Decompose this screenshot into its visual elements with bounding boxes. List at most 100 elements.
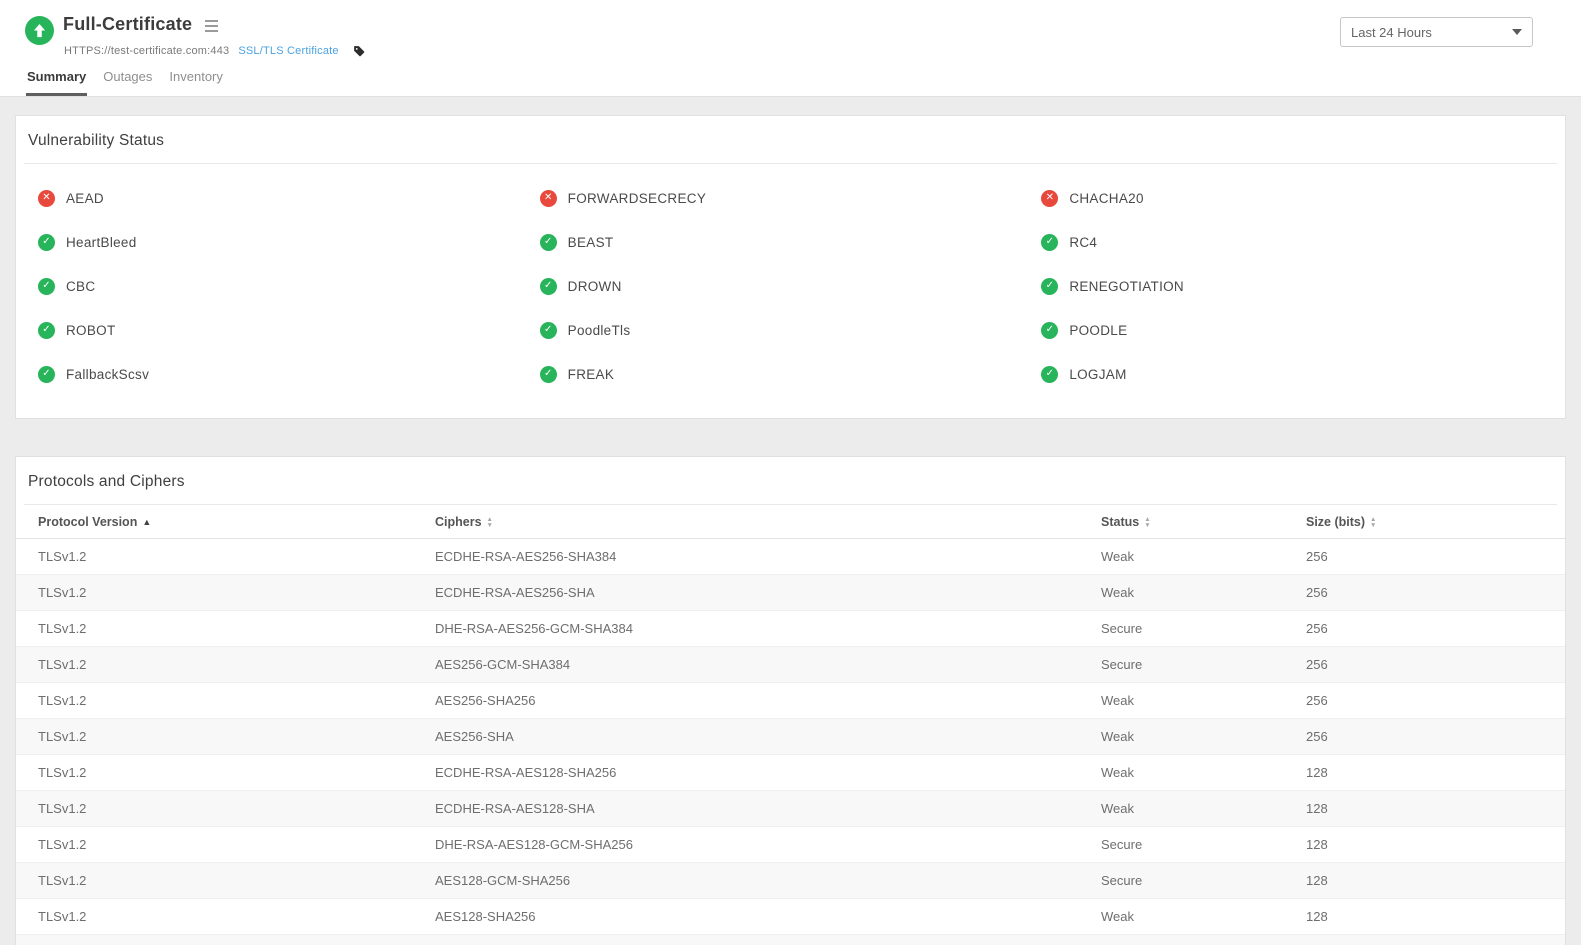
table-row: TLSv1.2 AES128-GCM-SHA256 Secure 128 [16, 863, 1565, 899]
tag-icon[interactable] [353, 45, 365, 57]
tab-bar: Summary Outages Inventory [26, 69, 224, 96]
check-icon: ✓ [38, 278, 55, 295]
column-header[interactable]: Size (bits) ▲▼ [1306, 505, 1565, 539]
vulnerability-label: CHACHA20 [1069, 191, 1143, 206]
vulnerability-item: ✓ POODLE [1041, 308, 1543, 352]
protocol-version-cell: TLSv1.2 [16, 827, 435, 863]
cipher-cell: DHE-RSA-AES128-GCM-SHA256 [435, 827, 1101, 863]
time-range-value: Last 24 Hours [1351, 25, 1432, 40]
monitor-status-up-icon [25, 16, 54, 45]
vulnerability-label: ROBOT [66, 323, 116, 338]
size-bits-cell: 256 [1306, 539, 1565, 575]
cipher-cell: DHE-RSA-AES256-GCM-SHA384 [435, 611, 1101, 647]
protocol-version-cell: TLSv1.2 [16, 899, 435, 935]
size-bits-cell: 256 [1306, 683, 1565, 719]
vulnerability-title: Vulnerability Status [16, 116, 1565, 163]
column-header[interactable]: Protocol Version▲▼ [16, 505, 435, 539]
cipher-cell: AES256-SHA [435, 719, 1101, 755]
size-bits-cell: 128 [1306, 935, 1565, 945]
vulnerability-item: ✓ ROBOT [38, 308, 540, 352]
check-icon: ✓ [540, 322, 557, 339]
size-bits-cell: 128 [1306, 863, 1565, 899]
time-range-select[interactable]: Last 24 Hours [1340, 17, 1533, 47]
vulnerability-label: HeartBleed [66, 235, 137, 250]
protocol-version-cell: TLSv1.2 [16, 935, 435, 945]
status-cell: Weak [1101, 575, 1306, 611]
table-row: TLSv1.2 AES256-SHA256 Weak 256 [16, 683, 1565, 719]
cipher-cell: ECDHE-RSA-AES256-SHA384 [435, 539, 1101, 575]
table-body: TLSv1.2 ECDHE-RSA-AES256-SHA384 Weak 256… [16, 539, 1565, 945]
table-row: TLSv1.2 ECDHE-RSA-AES256-SHA Weak 256 [16, 575, 1565, 611]
check-icon: ✓ [38, 322, 55, 339]
page-root: Full-Certificate HTTPS://test-certificat… [0, 0, 1581, 945]
tab-summary[interactable]: Summary [26, 69, 87, 96]
cipher-cell: ECDHE-RSA-AES128-SHA256 [435, 755, 1101, 791]
cipher-cell: AES128-SHA [435, 935, 1101, 945]
sort-icon: ▲▼ [487, 517, 493, 528]
column-header-label: Protocol Version [38, 515, 137, 529]
tab-outages[interactable]: Outages [102, 69, 153, 96]
hamburger-menu-icon[interactable] [205, 18, 218, 32]
protocol-version-cell: TLSv1.2 [16, 647, 435, 683]
vulnerability-item: ✕ AEAD [38, 176, 540, 220]
vulnerability-item: ✕ CHACHA20 [1041, 176, 1543, 220]
cipher-cell: ECDHE-RSA-AES256-SHA [435, 575, 1101, 611]
vulnerability-label: POODLE [1069, 323, 1127, 338]
check-icon: ✓ [1041, 234, 1058, 251]
vulnerability-item: ✓ BEAST [540, 220, 1042, 264]
vulnerability-label: FORWARDSECRECY [568, 191, 706, 206]
vulnerability-label: RC4 [1069, 235, 1097, 250]
protocol-version-cell: TLSv1.2 [16, 683, 435, 719]
vulnerability-grid: ✕ AEAD ✕ FORWARDSECRECY ✕ CHACHA20 ✓ Hea… [16, 164, 1565, 418]
size-bits-cell: 256 [1306, 611, 1565, 647]
vulnerability-item: ✓ FREAK [540, 352, 1042, 396]
column-header-label: Ciphers [435, 515, 482, 529]
protocol-version-cell: TLSv1.2 [16, 575, 435, 611]
vulnerability-item: ✕ FORWARDSECRECY [540, 176, 1042, 220]
check-icon: ✓ [540, 366, 557, 383]
table-row: TLSv1.2 AES128-SHA256 Weak 128 [16, 899, 1565, 935]
vulnerability-item: ✓ FallbackScsv [38, 352, 540, 396]
protocol-version-cell: TLSv1.2 [16, 755, 435, 791]
table-row: TLSv1.2 AES256-SHA Weak 256 [16, 719, 1565, 755]
cipher-cell: AES256-GCM-SHA384 [435, 647, 1101, 683]
vulnerability-item: ✓ PoodleTls [540, 308, 1042, 352]
protocol-version-cell: TLSv1.2 [16, 863, 435, 899]
monitor-type-link[interactable]: SSL/TLS Certificate [238, 45, 338, 57]
size-bits-cell: 128 [1306, 791, 1565, 827]
status-cell: Weak [1101, 935, 1306, 945]
column-header[interactable]: Ciphers ▲▼ [435, 505, 1101, 539]
column-header-label: Size (bits) [1306, 515, 1365, 529]
table-row: TLSv1.2 ECDHE-RSA-AES128-SHA256 Weak 128 [16, 755, 1565, 791]
table-row: TLSv1.2 ECDHE-RSA-AES128-SHA Weak 128 [16, 791, 1565, 827]
check-icon: ✓ [540, 278, 557, 295]
protocol-version-cell: TLSv1.2 [16, 791, 435, 827]
sort-icon: ▲▼ [1144, 517, 1150, 528]
vulnerability-label: AEAD [66, 191, 104, 206]
check-icon: ✓ [1041, 366, 1058, 383]
vulnerability-item: ✓ DROWN [540, 264, 1042, 308]
table-row: TLSv1.2 ECDHE-RSA-AES256-SHA384 Weak 256 [16, 539, 1565, 575]
table-row: TLSv1.2 DHE-RSA-AES256-GCM-SHA384 Secure… [16, 611, 1565, 647]
vulnerability-item: ✓ LOGJAM [1041, 352, 1543, 396]
check-icon: ✓ [38, 366, 55, 383]
table-header-row: Protocol Version▲▼ Ciphers▲▼ Status▲▼ Si… [16, 505, 1565, 539]
cross-icon: ✕ [540, 190, 557, 207]
cipher-cell: AES128-GCM-SHA256 [435, 863, 1101, 899]
chevron-down-icon [1512, 29, 1522, 35]
column-header[interactable]: Status ▲▼ [1101, 505, 1306, 539]
vulnerability-item: ✓ RC4 [1041, 220, 1543, 264]
status-cell: Weak [1101, 683, 1306, 719]
status-cell: Weak [1101, 755, 1306, 791]
vulnerability-card: Vulnerability Status ✕ AEAD ✕ FORWARDSEC… [15, 115, 1566, 419]
vulnerability-label: DROWN [568, 279, 622, 294]
size-bits-cell: 128 [1306, 755, 1565, 791]
protocol-version-cell: TLSv1.2 [16, 611, 435, 647]
status-cell: Weak [1101, 719, 1306, 755]
column-header-label: Status [1101, 515, 1139, 529]
status-cell: Weak [1101, 791, 1306, 827]
size-bits-cell: 256 [1306, 719, 1565, 755]
sort-icon: ▲▼ [1370, 517, 1376, 528]
tab-inventory[interactable]: Inventory [168, 69, 223, 96]
status-cell: Secure [1101, 863, 1306, 899]
